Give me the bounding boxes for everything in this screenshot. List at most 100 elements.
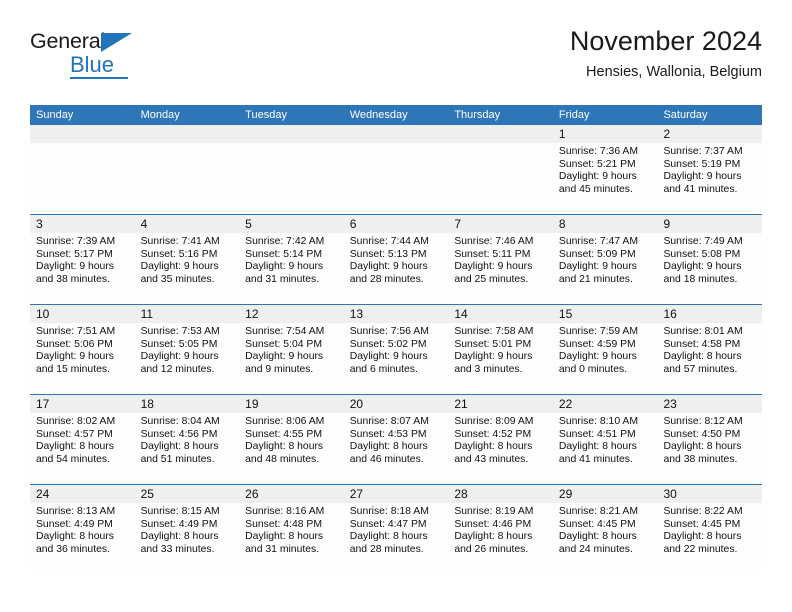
daylight-text-line1: Daylight: 8 hours [454, 441, 533, 453]
triangle-flag-icon [101, 33, 132, 52]
daylight-text-line1: Daylight: 8 hours [663, 441, 742, 453]
calendar-day-cell[interactable]: 15 Sunrise: 7:59 AM Sunset: 4:59 PM Dayl… [552, 305, 658, 394]
day-details: Sunrise: 8:19 AM Sunset: 4:46 PM Dayligh… [448, 503, 553, 556]
calendar-day-cell[interactable]: 7 Sunrise: 7:46 AM Sunset: 5:11 PM Dayli… [448, 215, 553, 304]
day-details: Sunrise: 8:10 AM Sunset: 4:51 PM Dayligh… [553, 413, 658, 466]
daylight-text-line1: Daylight: 9 hours [454, 351, 533, 363]
daylight-text-line2: and 45 minutes. [558, 183, 633, 195]
sunrise-text: Sunrise: 7:47 AM [558, 236, 639, 247]
sunrise-text: Sunrise: 8:12 AM [663, 416, 743, 427]
sunrise-text: Sunrise: 8:21 AM [558, 506, 639, 517]
calendar-day-cell[interactable]: 23 Sunrise: 8:12 AM Sunset: 4:50 PM Dayl… [657, 395, 763, 484]
calendar-day-cell[interactable]: 19 Sunrise: 8:06 AM Sunset: 4:55 PM Dayl… [239, 395, 344, 484]
daylight-text-line1: Daylight: 8 hours [140, 531, 219, 543]
calendar-day-cell[interactable]: 3 Sunrise: 7:39 AM Sunset: 5:17 PM Dayli… [30, 215, 135, 304]
calendar-day-cell[interactable]: 1 Sunrise: 7:36 AM Sunset: 5:21 PM Dayli… [552, 125, 658, 214]
daylight-text-line2: and 24 minutes. [558, 543, 633, 555]
day-number-band: 11 [134, 305, 240, 323]
calendar-day-cell[interactable]: 18 Sunrise: 8:04 AM Sunset: 4:56 PM Dayl… [134, 395, 240, 484]
sunset-text: Sunset: 5:11 PM [454, 248, 531, 260]
calendar-page: General Blue November 2024 Hensies, Wall… [0, 0, 792, 612]
calendar-day-cell[interactable]: 11 Sunrise: 7:53 AM Sunset: 5:05 PM Dayl… [134, 305, 240, 394]
day-number: 1 [558, 127, 566, 141]
calendar-week-row: 1 Sunrise: 7:36 AM Sunset: 5:21 PM Dayli… [30, 125, 763, 214]
sunrise-text: Sunrise: 8:10 AM [558, 416, 639, 427]
calendar-day-cell[interactable]: 10 Sunrise: 7:51 AM Sunset: 5:06 PM Dayl… [30, 305, 135, 394]
sunset-text: Sunset: 4:51 PM [558, 428, 636, 440]
day-number-band: 5 [239, 215, 344, 233]
sunset-text: Sunset: 5:05 PM [140, 338, 218, 350]
calendar-day-cell[interactable]: 13 Sunrise: 7:56 AM Sunset: 5:02 PM Dayl… [343, 305, 449, 394]
calendar-day-cell[interactable]: 22 Sunrise: 8:10 AM Sunset: 4:51 PM Dayl… [552, 395, 658, 484]
daylight-text-line2: and 51 minutes. [140, 453, 215, 465]
sunset-text: Sunset: 4:57 PM [36, 428, 113, 440]
day-number: 17 [36, 397, 50, 411]
daylight-text-line2: and 36 minutes. [36, 543, 110, 555]
daylight-text-line1: Daylight: 8 hours [558, 531, 637, 543]
sunrise-text: Sunrise: 8:07 AM [349, 416, 429, 427]
calendar-day-cell[interactable]: 14 Sunrise: 7:58 AM Sunset: 5:01 PM Dayl… [448, 305, 553, 394]
day-number: 27 [349, 487, 364, 501]
sunset-text: Sunset: 4:47 PM [349, 518, 427, 530]
sunrise-text: Sunrise: 7:49 AM [663, 236, 743, 247]
calendar-day-cell[interactable]: 6 Sunrise: 7:44 AM Sunset: 5:13 PM Dayli… [343, 215, 449, 304]
day-details: Sunrise: 7:51 AM Sunset: 5:06 PM Dayligh… [30, 323, 135, 376]
weekday-header-thursday: Thursday [454, 109, 501, 121]
daylight-text-line2: and 0 minutes. [558, 363, 628, 375]
day-number-band: 30 [657, 485, 763, 503]
calendar-day-cell[interactable]: 20 Sunrise: 8:07 AM Sunset: 4:53 PM Dayl… [343, 395, 449, 484]
daylight-text-line2: and 18 minutes. [663, 273, 738, 285]
day-number: 5 [245, 217, 252, 231]
sunset-text: Sunset: 5:01 PM [454, 338, 532, 350]
sunrise-text: Sunrise: 8:22 AM [663, 506, 743, 517]
daylight-text-line2: and 54 minutes. [36, 453, 110, 465]
daylight-text-line2: and 22 minutes. [663, 543, 738, 555]
sunset-text: Sunset: 4:49 PM [36, 518, 113, 530]
calendar-day-cell[interactable]: 30 Sunrise: 8:22 AM Sunset: 4:45 PM Dayl… [657, 485, 763, 574]
day-details: Sunrise: 7:54 AM Sunset: 5:04 PM Dayligh… [239, 323, 344, 376]
day-number-band: 4 [134, 215, 240, 233]
calendar-day-cell[interactable]: 12 Sunrise: 7:54 AM Sunset: 5:04 PM Dayl… [239, 305, 344, 394]
calendar-day-cell[interactable]: 2 Sunrise: 7:37 AM Sunset: 5:19 PM Dayli… [657, 125, 763, 214]
day-details: Sunrise: 7:59 AM Sunset: 4:59 PM Dayligh… [553, 323, 658, 376]
brand-logo[interactable]: General Blue [30, 30, 250, 86]
day-number-band: 21 [448, 395, 553, 413]
sunset-text: Sunset: 4:53 PM [349, 428, 427, 440]
daylight-text-line1: Daylight: 9 hours [245, 351, 324, 363]
daylight-text-line1: Daylight: 8 hours [245, 531, 324, 543]
sunset-text: Sunset: 4:58 PM [663, 338, 741, 350]
calendar-week-row: 3 Sunrise: 7:39 AM Sunset: 5:17 PM Dayli… [30, 214, 763, 304]
weekday-header-friday: Friday [558, 109, 590, 121]
page-title: November 2024 [569, 26, 762, 56]
calendar-day-cell[interactable]: 16 Sunrise: 8:01 AM Sunset: 4:58 PM Dayl… [657, 305, 763, 394]
day-number: 11 [140, 307, 154, 321]
calendar-day-cell[interactable]: 9 Sunrise: 7:49 AM Sunset: 5:08 PM Dayli… [657, 215, 763, 304]
calendar-day-cell[interactable]: 27 Sunrise: 8:18 AM Sunset: 4:47 PM Dayl… [343, 485, 449, 574]
calendar-day-cell[interactable]: 8 Sunrise: 7:47 AM Sunset: 5:09 PM Dayli… [552, 215, 658, 304]
day-number: 30 [663, 487, 677, 501]
sunrise-text: Sunrise: 7:58 AM [454, 326, 534, 337]
day-number: 9 [663, 217, 671, 231]
calendar-day-cell[interactable]: 21 Sunrise: 8:09 AM Sunset: 4:52 PM Dayl… [448, 395, 553, 484]
calendar-day-cell[interactable]: 26 Sunrise: 8:16 AM Sunset: 4:48 PM Dayl… [239, 485, 344, 574]
day-details: Sunrise: 8:15 AM Sunset: 4:49 PM Dayligh… [135, 503, 240, 556]
calendar-day-cell[interactable]: 25 Sunrise: 8:15 AM Sunset: 4:49 PM Dayl… [134, 485, 240, 574]
calendar-day-cell[interactable]: 24 Sunrise: 8:13 AM Sunset: 4:49 PM Dayl… [30, 485, 135, 574]
calendar-day-cell[interactable]: 28 Sunrise: 8:19 AM Sunset: 4:46 PM Dayl… [448, 485, 553, 574]
day-number-band: 9 [657, 215, 763, 233]
day-details: Sunrise: 8:16 AM Sunset: 4:48 PM Dayligh… [239, 503, 344, 556]
calendar-day-cell[interactable]: 4 Sunrise: 7:41 AM Sunset: 5:16 PM Dayli… [134, 215, 240, 304]
calendar-day-cell[interactable]: 17 Sunrise: 8:02 AM Sunset: 4:57 PM Dayl… [30, 395, 135, 484]
day-number-band: 18 [134, 395, 240, 413]
day-details: Sunrise: 8:12 AM Sunset: 4:50 PM Dayligh… [657, 413, 762, 466]
day-details: Sunrise: 7:39 AM Sunset: 5:17 PM Dayligh… [30, 233, 135, 286]
sunset-text: Sunset: 5:08 PM [663, 248, 741, 260]
day-number-band [30, 125, 135, 143]
calendar-day-cell[interactable]: 29 Sunrise: 8:21 AM Sunset: 4:45 PM Dayl… [552, 485, 658, 574]
daylight-text-line2: and 57 minutes. [663, 363, 738, 375]
day-number-band: 29 [552, 485, 658, 503]
calendar-day-cell[interactable]: 5 Sunrise: 7:42 AM Sunset: 5:14 PM Dayli… [239, 215, 344, 304]
weekday-header-monday: Monday [140, 109, 180, 121]
daylight-text-line2: and 3 minutes. [454, 363, 523, 375]
sunset-text: Sunset: 4:49 PM [140, 518, 218, 530]
